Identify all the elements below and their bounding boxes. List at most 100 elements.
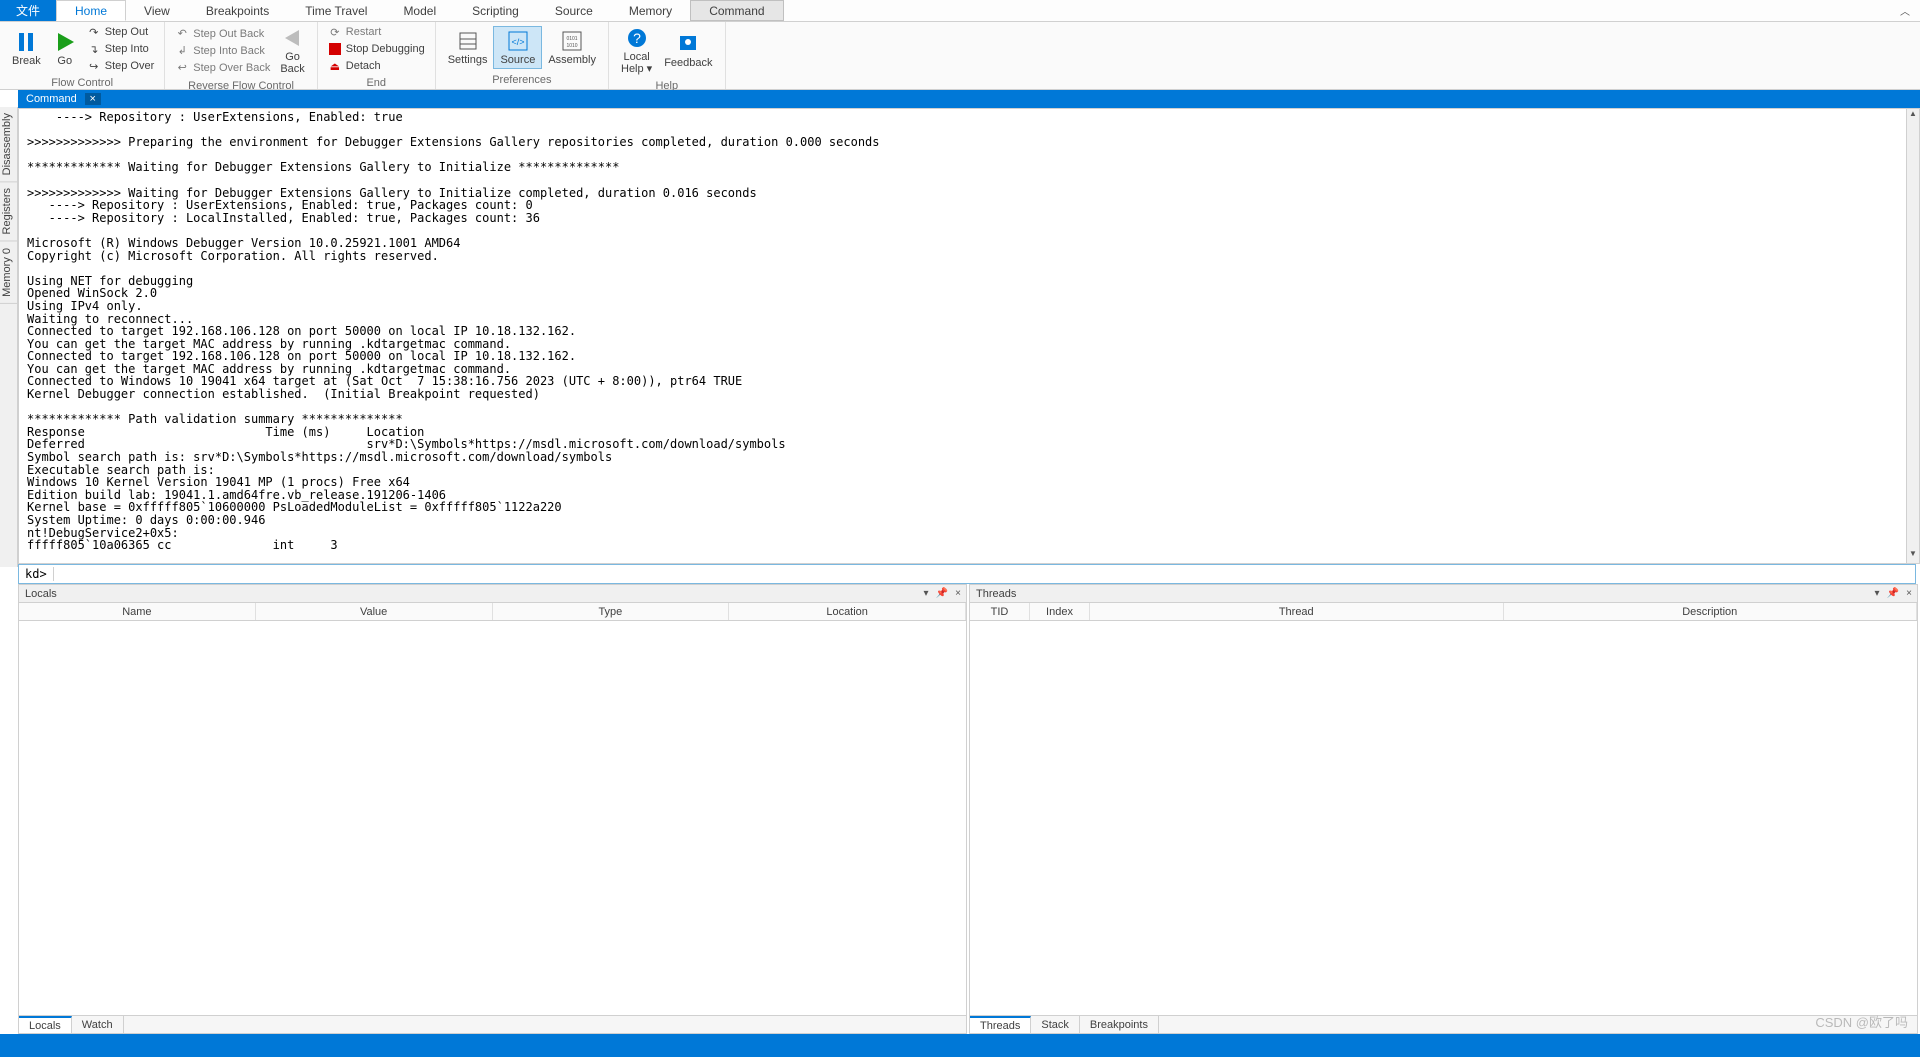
dropdown-icon[interactable]: ▾ [1869, 588, 1885, 599]
col-location[interactable]: Location [729, 603, 966, 620]
status-bar [0, 1034, 1920, 1057]
side-tab-memory[interactable]: Memory 0 [0, 242, 17, 304]
command-panel-header: Command × [18, 90, 1920, 108]
step-over-back-icon: ↩ [175, 61, 189, 75]
go-back-button: Go Back [274, 24, 310, 77]
col-thread[interactable]: Thread [1090, 603, 1504, 620]
tab-source[interactable]: Source [537, 0, 611, 21]
side-tab-registers[interactable]: Registers [0, 182, 17, 241]
tab-scripting[interactable]: Scripting [454, 0, 537, 21]
tab-command[interactable]: Command [690, 0, 783, 21]
group-help: ? Local Help ▾ Feedback Help [609, 22, 726, 89]
ribbon: Break Go ↷Step Out ↴Step Into ↪Step Over… [0, 22, 1920, 90]
scroll-down-icon[interactable]: ▼ [1907, 549, 1919, 563]
break-label: Break [12, 55, 41, 67]
tab-home[interactable]: Home [56, 0, 126, 21]
locals-body [19, 621, 966, 1015]
stop-icon [328, 42, 342, 56]
col-description[interactable]: Description [1504, 603, 1918, 620]
col-type[interactable]: Type [493, 603, 730, 620]
settings-button[interactable]: Settings [442, 27, 494, 68]
bottom-panes: Locals ▾ 📌 × Name Value Type Location Lo… [18, 584, 1920, 1034]
col-index[interactable]: Index [1030, 603, 1090, 620]
svg-text:?: ? [633, 30, 641, 46]
pin-icon[interactable]: 📌 [934, 588, 950, 599]
group-flow-control: Break Go ↷Step Out ↴Step Into ↪Step Over… [0, 22, 165, 89]
watermark: CSDN @欧了吗 [1815, 1012, 1908, 1031]
step-over-icon: ↪ [87, 59, 101, 73]
menu-bar: 文件 Home View Breakpoints Time Travel Mod… [0, 0, 1920, 22]
step-over-back-button: ↩Step Over Back [171, 60, 274, 76]
tab-locals[interactable]: Locals [19, 1016, 72, 1033]
group-reverse-flow: ↶Step Out Back ↲Step Into Back ↩Step Ove… [165, 22, 318, 89]
scrollbar[interactable]: ▲ ▼ [1906, 108, 1920, 564]
feedback-button[interactable]: Feedback [658, 30, 718, 71]
step-out-button[interactable]: ↷Step Out [83, 24, 159, 40]
pause-icon [14, 30, 38, 54]
go-button[interactable]: Go [47, 28, 83, 69]
threads-title: Threads [970, 588, 1869, 600]
col-tid[interactable]: TID [970, 603, 1030, 620]
side-tab-disassembly[interactable]: Disassembly [0, 107, 17, 182]
close-icon[interactable]: × [1901, 588, 1917, 599]
stop-debugging-button[interactable]: Stop Debugging [324, 41, 429, 57]
break-button[interactable]: Break [6, 28, 47, 69]
step-out-icon: ↷ [87, 25, 101, 39]
command-panel-title: Command [18, 93, 85, 105]
group-preferences: Settings </> Source 01011010 Assembly Pr… [436, 22, 609, 89]
file-menu[interactable]: 文件 [0, 0, 56, 21]
tab-memory[interactable]: Memory [611, 0, 690, 21]
go-label: Go [57, 55, 72, 67]
locals-columns: Name Value Type Location [19, 603, 966, 621]
restart-button: ⟳Restart [324, 24, 429, 40]
tab-watch[interactable]: Watch [72, 1016, 124, 1033]
source-icon: </> [506, 29, 530, 53]
step-out-back-button: ↶Step Out Back [171, 26, 274, 42]
tab-breakpoints[interactable]: Breakpoints [1080, 1016, 1159, 1033]
step-over-button[interactable]: ↪Step Over [83, 58, 159, 74]
tab-view[interactable]: View [126, 0, 188, 21]
side-tabs: Disassembly Registers Memory 0 [0, 107, 18, 567]
dropdown-icon[interactable]: ▾ [918, 588, 934, 599]
detach-icon: ⏏ [328, 59, 342, 73]
tab-threads[interactable]: Threads [970, 1016, 1031, 1033]
feedback-icon [676, 32, 700, 56]
go-back-label: Go Back [280, 51, 304, 75]
go-back-icon [281, 26, 305, 50]
col-value[interactable]: Value [256, 603, 493, 620]
col-name[interactable]: Name [19, 603, 256, 620]
source-button[interactable]: </> Source [493, 26, 542, 69]
group-end: ⟳Restart Stop Debugging ⏏Detach End [318, 22, 436, 89]
locals-title: Locals [19, 588, 918, 600]
settings-icon [456, 29, 480, 53]
threads-body [970, 621, 1917, 1015]
assembly-icon: 01011010 [560, 29, 584, 53]
collapse-ribbon-icon[interactable]: ︿ [1890, 0, 1920, 21]
command-input[interactable] [54, 567, 1915, 582]
restart-icon: ⟳ [328, 25, 342, 39]
close-icon[interactable]: × [950, 588, 966, 599]
step-into-button[interactable]: ↴Step Into [83, 41, 159, 57]
svg-text:0101: 0101 [567, 36, 578, 42]
locals-pane: Locals ▾ 📌 × Name Value Type Location Lo… [18, 584, 967, 1034]
command-input-row: kd> [18, 564, 1916, 584]
local-help-button[interactable]: ? Local Help ▾ [615, 24, 658, 77]
command-prompt: kd> [19, 567, 54, 581]
command-output[interactable]: ----> Repository : UserExtensions, Enabl… [18, 108, 1916, 564]
group-label: Preferences [436, 73, 608, 89]
step-into-back-button: ↲Step Into Back [171, 43, 274, 59]
scroll-up-icon[interactable]: ▲ [1907, 109, 1919, 123]
tab-model[interactable]: Model [385, 0, 454, 21]
step-out-back-icon: ↶ [175, 27, 189, 41]
detach-button[interactable]: ⏏Detach [324, 58, 429, 74]
assembly-button[interactable]: 01011010 Assembly [542, 27, 602, 68]
tab-breakpoints[interactable]: Breakpoints [188, 0, 287, 21]
step-into-back-icon: ↲ [175, 44, 189, 58]
tab-stack[interactable]: Stack [1031, 1016, 1080, 1033]
pin-icon[interactable]: 📌 [1885, 588, 1901, 599]
tab-time-travel[interactable]: Time Travel [287, 0, 385, 21]
close-icon[interactable]: × [85, 93, 101, 105]
step-into-icon: ↴ [87, 42, 101, 56]
threads-pane: Threads ▾ 📌 × TID Index Thread Descripti… [969, 584, 1918, 1034]
play-icon [53, 30, 77, 54]
